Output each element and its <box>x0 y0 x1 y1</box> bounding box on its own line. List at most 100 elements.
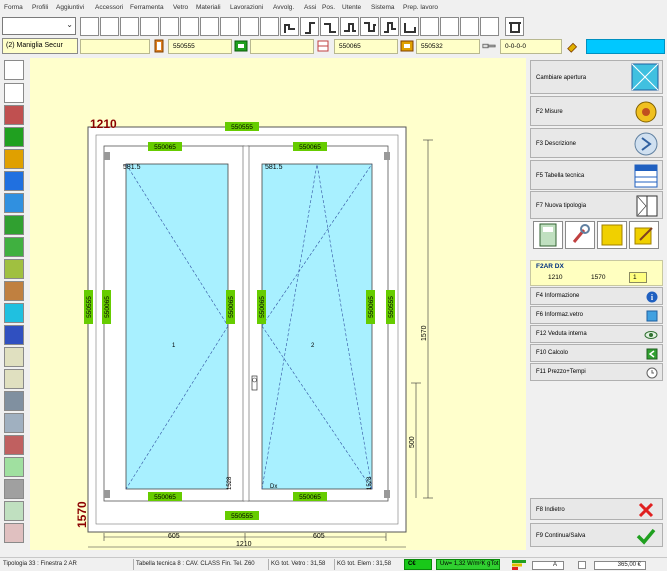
menu-materiali[interactable]: Materiali <box>196 4 221 11</box>
tool-bead-icon[interactable] <box>4 149 24 169</box>
tool-blank-1[interactable] <box>4 60 24 80</box>
menu-vetro[interactable]: Vetro <box>173 4 188 11</box>
tool-double-icon[interactable] <box>4 237 24 257</box>
tool-number-icon[interactable] <box>4 193 24 213</box>
tool-blinds-icon[interactable] <box>4 501 24 521</box>
save-button[interactable]: F9 Continua/Salva <box>530 523 663 547</box>
tool-shutter-icon[interactable] <box>4 435 24 455</box>
glass-info-button[interactable]: F6 Informaz.vetro <box>530 306 663 324</box>
menu-utente[interactable]: Utente <box>342 4 361 11</box>
back-button[interactable]: F8 Indietro <box>530 498 663 520</box>
description-button[interactable]: F3 Descrizione <box>530 128 663 158</box>
wrench-icon[interactable] <box>565 221 595 249</box>
profile-button-8[interactable] <box>220 17 239 36</box>
calc-icon <box>646 348 658 360</box>
status-checkbox[interactable] <box>578 561 586 569</box>
sash-height-left: 1528 <box>227 476 233 490</box>
profile-cell-5[interactable]: 550532 <box>416 39 480 54</box>
tool-panel-icon[interactable] <box>4 303 24 323</box>
profile-section-icon-8[interactable] <box>505 17 524 36</box>
tool-open-icon[interactable] <box>4 347 24 367</box>
profile-cell-3[interactable] <box>250 39 314 54</box>
change-opening-button[interactable]: Cambiare apertura <box>530 60 663 94</box>
profile-cell-2[interactable]: 550555 <box>168 39 232 54</box>
tool-transom-icon[interactable] <box>4 259 24 279</box>
label-sash-left-outer: 550065 <box>104 296 111 318</box>
label-frame-top: 550555 <box>231 124 253 131</box>
info-button[interactable]: F4 Informazione i <box>530 287 663 305</box>
type-quantity-field[interactable]: 1 <box>629 272 647 283</box>
profile-button-1[interactable] <box>80 17 99 36</box>
measures-button[interactable]: F2 Misure <box>530 96 663 126</box>
tool-frame-icon[interactable] <box>4 457 24 477</box>
profile-button-3[interactable] <box>120 17 139 36</box>
menu-aggiuntivi[interactable]: Aggiuntivi <box>56 4 84 11</box>
calc-button[interactable]: F10 Calcolo <box>530 344 663 362</box>
glass-left <box>125 163 229 490</box>
menu-forma[interactable]: Forma <box>4 4 23 11</box>
profile-button-9[interactable] <box>240 17 259 36</box>
menu-lavorazioni[interactable]: Lavorazioni <box>230 4 263 11</box>
frame-profile-icon <box>154 39 164 53</box>
note-icon[interactable] <box>597 221 627 249</box>
profile-button-13[interactable] <box>460 17 479 36</box>
edit-icon[interactable] <box>629 221 659 249</box>
inner-view-button[interactable]: F12 Veduta interna <box>530 325 663 343</box>
tool-grid-icon[interactable] <box>4 325 24 345</box>
tool-sill-icon[interactable] <box>4 479 24 499</box>
profile-cell-1[interactable] <box>80 39 150 54</box>
tech-table-label: F5 Tabella tecnica <box>536 173 585 179</box>
tape-measure-icon <box>635 101 657 123</box>
drawing-canvas[interactable]: 550555 550065 550065 550065 550065 55055… <box>30 58 526 550</box>
profile-section-icon-1[interactable] <box>280 17 299 36</box>
label-frame-bottom: 550555 <box>231 513 253 520</box>
menu-pos[interactable]: Pos. <box>322 4 335 11</box>
info-label: F4 Informazione <box>536 293 580 299</box>
tool-blank-2[interactable] <box>4 83 24 103</box>
tool-brick-icon[interactable] <box>4 105 24 125</box>
profile-cell-4[interactable]: 550065 <box>334 39 398 54</box>
price-field: 365,00 € <box>594 561 646 570</box>
tool-handle-icon[interactable] <box>4 391 24 411</box>
dim-handle-height: 500 <box>409 436 416 448</box>
profile-button-7[interactable] <box>200 17 219 36</box>
menu-assi[interactable]: Assi <box>304 4 316 11</box>
profile-button-10[interactable] <box>260 17 279 36</box>
tool-wood-icon[interactable] <box>4 281 24 301</box>
handle-selector[interactable]: (2) Maniglia Secur <box>2 38 78 54</box>
calculator-icon[interactable] <box>533 221 563 249</box>
menu-avvolg[interactable]: Avvolg. <box>273 4 294 11</box>
profile-cell-6[interactable]: 0-0-0-0 <box>500 39 562 54</box>
tool-split-icon[interactable] <box>4 215 24 235</box>
tool-extra-icon[interactable] <box>4 523 24 543</box>
menu-accessori[interactable]: Accessori <box>95 4 123 11</box>
profile-button-5[interactable] <box>160 17 179 36</box>
profile-button-11[interactable] <box>420 17 439 36</box>
tool-sash-icon[interactable] <box>4 127 24 147</box>
new-type-button[interactable]: F7 Nuova tipologia <box>530 191 663 219</box>
menu-profili[interactable]: Profili <box>32 4 48 11</box>
profile-section-icon-4[interactable] <box>340 17 359 36</box>
profile-button-2[interactable] <box>100 17 119 36</box>
tool-down-arrow-icon[interactable] <box>4 413 24 433</box>
tech-table-button[interactable]: F5 Tabella tecnica <box>530 160 663 190</box>
profile-button-14[interactable] <box>480 17 499 36</box>
profile-section-icon-6[interactable] <box>380 17 399 36</box>
profile-button-4[interactable] <box>140 17 159 36</box>
profile-button-12[interactable] <box>440 17 459 36</box>
profile-section-icon-7[interactable] <box>400 17 419 36</box>
price-time-button[interactable]: F11 Prezzo+Tempi <box>530 363 663 381</box>
profile-section-icon-3[interactable] <box>320 17 339 36</box>
tool-glass-icon[interactable] <box>4 171 24 191</box>
profile-button-6[interactable] <box>180 17 199 36</box>
menu-sistema[interactable]: Sistema <box>371 4 394 11</box>
profile-combo[interactable]: ⌄ <box>2 17 76 35</box>
menu-ferramenta[interactable]: Ferramenta <box>130 4 164 11</box>
mullion-profile-icon <box>317 40 329 52</box>
profile-section-icon-2[interactable] <box>300 17 319 36</box>
label-sash-top-right: 550065 <box>299 144 321 151</box>
tool-openings-icon[interactable] <box>4 369 24 389</box>
menu-prep-lavoro[interactable]: Prep. lavoro <box>403 4 438 11</box>
accent-box[interactable] <box>586 39 665 54</box>
profile-section-icon-5[interactable] <box>360 17 379 36</box>
